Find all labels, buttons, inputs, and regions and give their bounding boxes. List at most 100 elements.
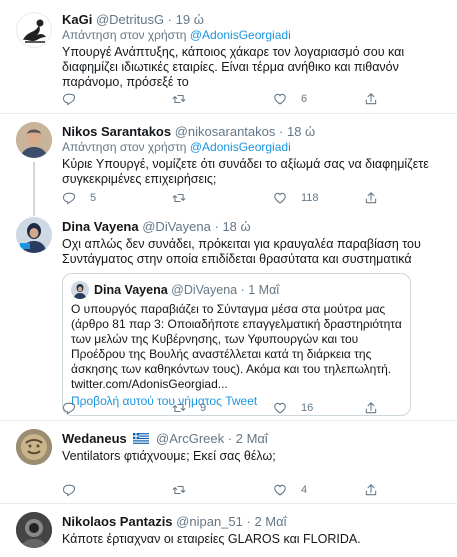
like-count: 4	[301, 484, 308, 496]
retweet-button[interactable]	[172, 191, 200, 205]
like-icon	[273, 92, 287, 106]
quoted-display-name: Dina Vayena	[94, 283, 168, 297]
share-button[interactable]	[364, 191, 378, 205]
retweet-button[interactable]	[172, 92, 200, 106]
user-handle[interactable]: @DiVayena	[142, 219, 211, 234]
timestamp[interactable]: 18 ώ	[222, 219, 250, 234]
separator: ·	[214, 219, 219, 234]
avatar[interactable]	[16, 12, 52, 48]
like-count: 118	[301, 192, 319, 204]
quoted-tweet[interactable]: Dina Vayena @DiVayena · 1 Μαΐ Ο υπουργός…	[62, 273, 411, 416]
reply-context: Απάντηση στον χρήστη @AdonisGeorgiadi	[62, 140, 447, 155]
user-handle[interactable]: @DetritusG	[96, 12, 164, 27]
share-icon	[364, 483, 378, 497]
display-name[interactable]: Dina Vayena	[62, 219, 139, 234]
tweet-header: Wedaneus @ArcGreek · 2 Μαΐ	[62, 431, 447, 447]
timestamp[interactable]: 2 Μαΐ	[236, 431, 268, 446]
reply-icon	[62, 483, 76, 497]
like-icon	[273, 191, 287, 205]
quoted-tweet-header: Dina Vayena @DiVayena · 1 Μαΐ	[71, 281, 402, 299]
user-handle[interactable]: @nikosarantakos	[175, 124, 276, 139]
reply-button[interactable]	[62, 92, 90, 106]
tweet-text: Υπουργέ Ανάπτυξης, κάποιος χάκαρε τον λο…	[62, 45, 405, 89]
avatar-image	[16, 512, 52, 548]
reply-count: 5	[90, 192, 97, 204]
share-icon	[364, 191, 378, 205]
quoted-tweet-text: Ο υπουργός παραβιάζει το Σύνταγμα μέσα σ…	[71, 302, 402, 391]
timestamp[interactable]: 2 Μαΐ	[254, 514, 286, 529]
like-button[interactable]: 6	[273, 92, 307, 106]
reply-icon	[62, 191, 76, 205]
tweet[interactable]: Nikos Sarantakos @nikosarantakos · 18 ώ …	[0, 114, 457, 209]
tweet[interactable]: KaGi @DetritusG · 19 ώ Απάντηση στον χρή…	[0, 0, 457, 114]
timestamp[interactable]: 19 ώ	[176, 12, 204, 27]
reply-mention-link[interactable]: @AdonisGeorgiadi	[190, 140, 291, 154]
like-button[interactable]: 16	[273, 401, 313, 415]
reply-button[interactable]	[62, 401, 90, 415]
quoted-user-handle: @DiVayena	[171, 283, 238, 297]
share-icon	[364, 401, 378, 415]
like-button[interactable]: 118	[273, 191, 319, 205]
greek-flag-icon	[133, 433, 150, 444]
like-count: 16	[301, 402, 314, 414]
quoted-timestamp: 1 Μαΐ	[248, 283, 280, 297]
retweet-icon	[172, 191, 186, 205]
avatar[interactable]	[16, 217, 52, 253]
retweet-icon	[172, 92, 186, 106]
tweet-actions: 5 118	[62, 191, 392, 207]
timestamp[interactable]: 18 ώ	[287, 124, 315, 139]
tweet-header: KaGi @DetritusG · 19 ώ	[62, 12, 447, 28]
user-handle[interactable]: @nipan_51	[176, 514, 243, 529]
like-icon	[273, 483, 287, 497]
tweet[interactable]: Dina Vayena @DiVayena · 18 ώ Οχι απλώς δ…	[0, 209, 457, 421]
separator: ·	[279, 124, 284, 139]
user-handle[interactable]: @ArcGreek	[156, 431, 224, 446]
separator: ·	[227, 431, 233, 446]
reply-mention-link[interactable]: @AdonisGeorgiadi	[190, 28, 291, 42]
share-icon	[364, 92, 378, 106]
share-button[interactable]	[364, 92, 378, 106]
avatar[interactable]	[16, 429, 52, 465]
retweet-icon	[172, 401, 186, 415]
share-button[interactable]	[364, 483, 378, 497]
tweet-text: Ventilators φτιάχνουμε; Εκεί σας θέλω;	[62, 449, 276, 463]
avatar[interactable]	[16, 122, 52, 158]
display-name[interactable]: Wedaneus	[62, 431, 127, 446]
reply-button[interactable]: 5	[62, 191, 96, 205]
avatar-image	[16, 217, 52, 253]
retweet-icon	[172, 483, 186, 497]
display-name[interactable]: Nikolaos Pantazis	[62, 514, 173, 529]
thread-line	[33, 162, 35, 209]
avatar[interactable]	[16, 512, 52, 548]
retweet-button[interactable]: 9	[172, 401, 206, 415]
tweet-actions: 9 16	[62, 401, 392, 417]
reply-button[interactable]	[62, 483, 90, 497]
like-button[interactable]: 4	[273, 483, 307, 497]
tweet-header: Nikolaos Pantazis @nipan_51 · 2 Μαΐ	[62, 514, 447, 530]
avatar-image	[16, 122, 52, 158]
reply-icon	[62, 401, 76, 415]
avatar-image	[16, 429, 52, 465]
tweet-actions: 4	[62, 483, 392, 499]
retweet-button[interactable]	[172, 483, 200, 497]
display-name[interactable]: KaGi	[62, 12, 92, 27]
tweet-header: Nikos Sarantakos @nikosarantakos · 18 ώ	[62, 124, 447, 140]
tweet-text: Κύριε Υπουργέ, νομίζετε ότι συνάδει το α…	[62, 157, 429, 186]
separator: ·	[240, 283, 245, 297]
like-count: 6	[301, 93, 308, 105]
share-button[interactable]	[364, 401, 378, 415]
thread-line	[33, 209, 35, 216]
reply-context: Απάντηση στον χρήστη @AdonisGeorgiadi	[62, 28, 447, 43]
retweet-count: 9	[200, 402, 207, 414]
display-name[interactable]: Nikos Sarantakos	[62, 124, 171, 139]
tweet[interactable]: Wedaneus @ArcGreek · 2 Μαΐ Ventilators φ…	[0, 421, 457, 504]
tweet[interactable]: Nikolaos Pantazis @nipan_51 · 2 Μαΐ Κάπο…	[0, 504, 457, 557]
tweet-actions: 6	[62, 92, 392, 108]
tweet-header: Dina Vayena @DiVayena · 18 ώ	[62, 219, 447, 235]
reply-prefix: Απάντηση στον χρήστη	[62, 28, 187, 42]
avatar-image	[23, 19, 46, 43]
tweet-text: Οχι απλώς δεν συνάδει, πρόκειται για κρα…	[62, 237, 421, 266]
quoted-avatar	[71, 281, 89, 299]
separator: ·	[167, 12, 173, 27]
like-icon	[273, 401, 287, 415]
